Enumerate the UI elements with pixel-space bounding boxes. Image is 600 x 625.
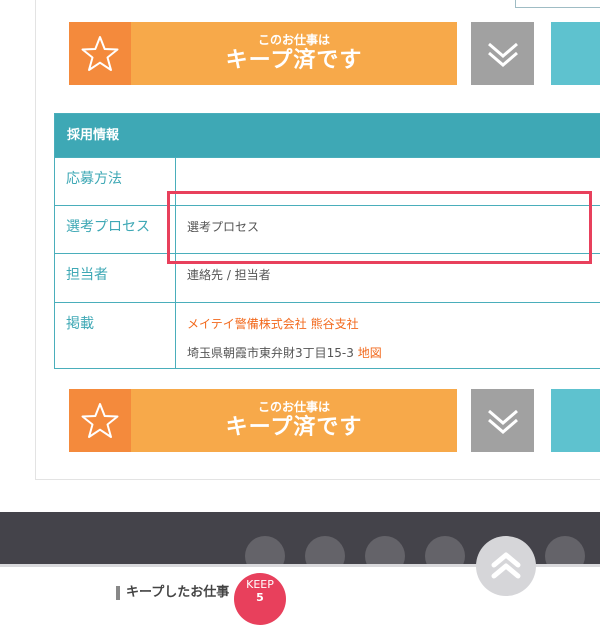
table-row: 掲載 メイテイ警備株式会社 熊谷支社 埼玉県朝霞市東弁財3丁目15-3 地図 [55, 302, 600, 369]
company-link[interactable]: メイテイ警備株式会社 熊谷支社 [187, 317, 359, 331]
back-to-top-button[interactable] [476, 536, 536, 596]
keep-button-subtext: このお仕事は [257, 32, 330, 47]
kept-jobs-label[interactable]: キープしたお仕事 [116, 586, 229, 600]
scroll-down-button[interactable] [471, 22, 534, 85]
action-row-top: このお仕事は キープ済です [69, 22, 600, 85]
top-tab-edge [515, 0, 600, 8]
apply-button[interactable] [551, 22, 600, 85]
row-label-application-method: 応募方法 [55, 158, 176, 205]
recruit-info-header: 採用情報 [55, 114, 600, 157]
keep-button-label: キープ済です [225, 414, 363, 440]
row-label-contact-person: 担当者 [55, 254, 176, 302]
keep-button-subtext: このお仕事は [257, 399, 330, 414]
keep-count-badge[interactable]: KEEP 5 [234, 573, 286, 625]
keep-button-text: このお仕事は キープ済です [131, 22, 457, 85]
keep-button[interactable]: このお仕事は キープ済です [69, 22, 457, 85]
star-icon [69, 389, 131, 452]
map-link[interactable]: 地図 [358, 346, 382, 360]
keep-button[interactable]: このお仕事は キープ済です [69, 389, 457, 452]
keep-badge-label: KEEP [246, 578, 274, 591]
keep-button-text: このお仕事は キープ済です [131, 389, 457, 452]
double-chevron-down-icon [487, 42, 518, 67]
keep-button-label: キープ済です [225, 47, 363, 73]
address-text: 埼玉県朝霞市東弁財3丁目15-3 [187, 346, 354, 360]
row-label-posting: 掲載 [55, 303, 176, 369]
row-label-selection-process: 選考プロセス [55, 206, 176, 253]
address-line: 埼玉県朝霞市東弁財3丁目15-3 地図 [187, 344, 600, 361]
scroll-down-button[interactable] [471, 389, 534, 452]
row-value-posting: メイテイ警備株式会社 熊谷支社 埼玉県朝霞市東弁財3丁目15-3 地図 [177, 303, 600, 369]
double-chevron-down-icon [487, 409, 518, 434]
action-row-bottom: このお仕事は キープ済です [69, 389, 600, 452]
apply-button[interactable] [551, 389, 600, 452]
highlight-box [167, 191, 592, 264]
star-icon [69, 22, 131, 85]
keep-count: 5 [256, 591, 264, 604]
double-chevron-up-icon [491, 552, 521, 579]
